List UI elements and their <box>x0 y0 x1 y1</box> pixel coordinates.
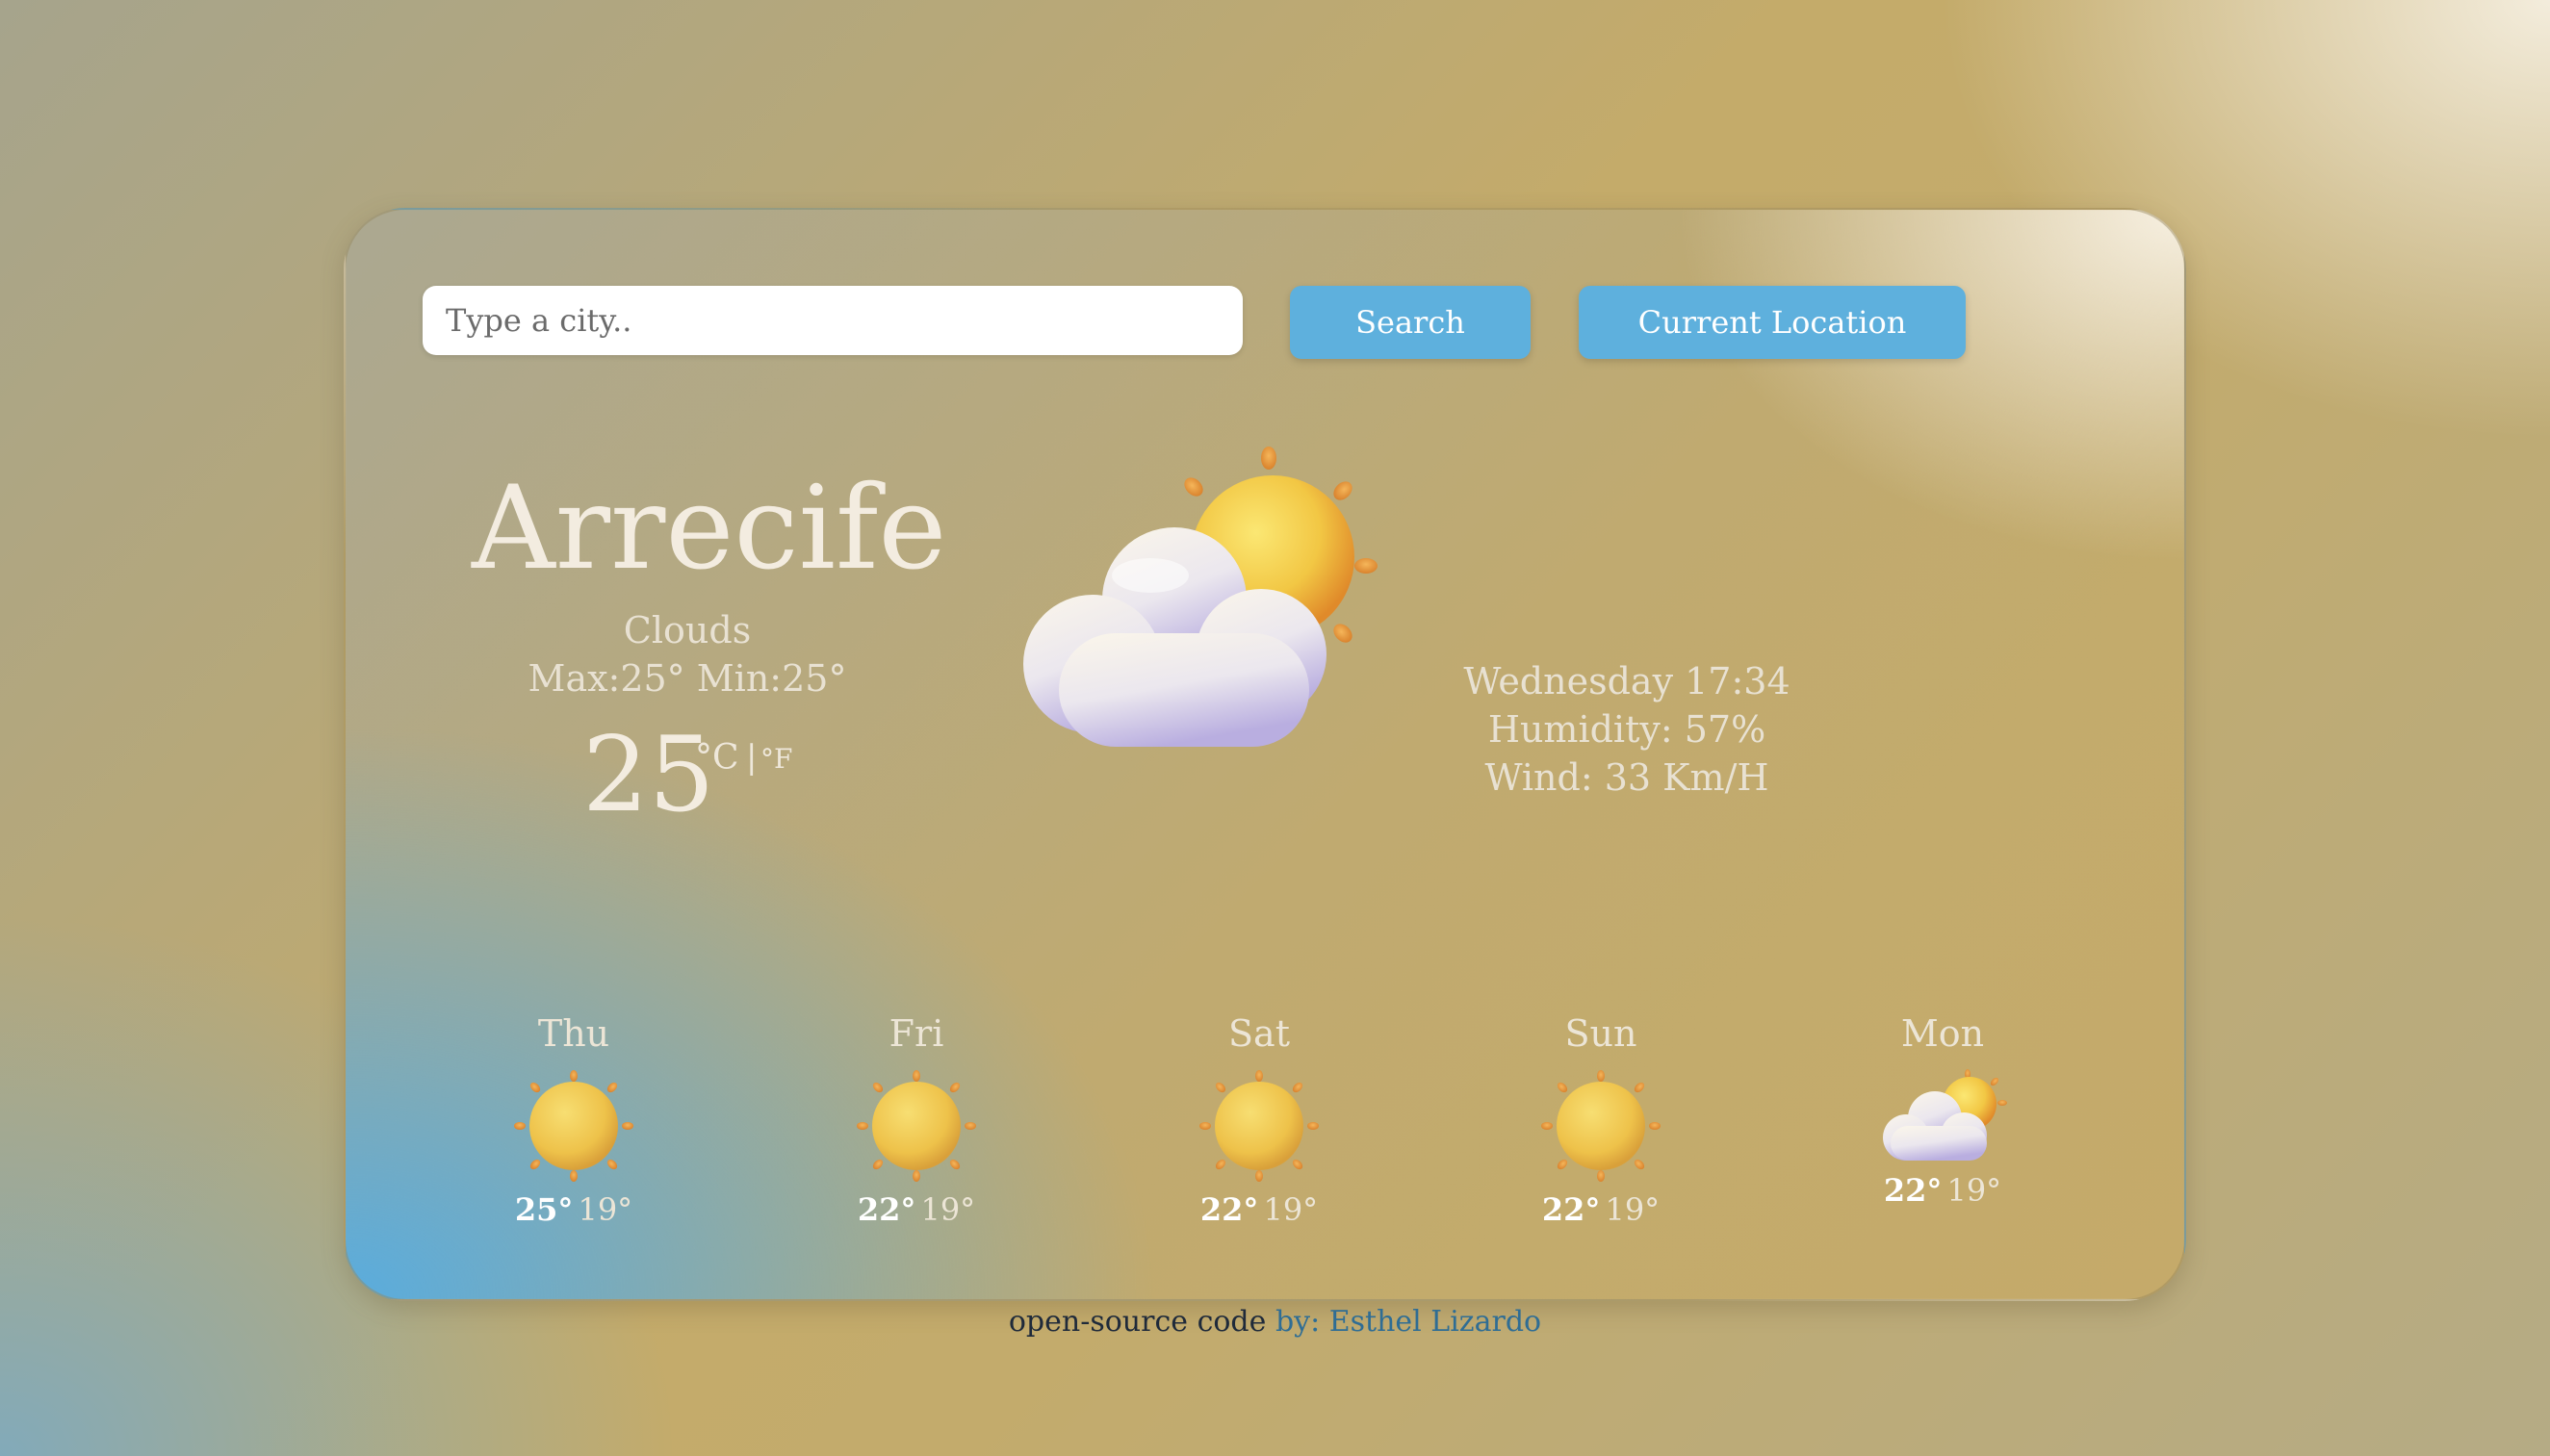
forecast-min-temp: 19° <box>920 1191 976 1228</box>
fahrenheit-toggle[interactable]: °F <box>760 743 792 775</box>
forecast-min-temp: 19° <box>1946 1172 2002 1209</box>
max-min-temperature: Max:25° Min:25° <box>528 657 847 700</box>
forecast-day-name: Thu <box>537 1012 610 1055</box>
author-link[interactable]: by: Esthel Lizardo <box>1275 1305 1541 1339</box>
forecast-max-temp: 25° <box>514 1191 574 1228</box>
sun-icon <box>1199 1070 1319 1182</box>
footer: open-source code by: Esthel Lizardo <box>0 1305 2550 1339</box>
city-name: Arrecife <box>472 462 947 596</box>
sun-icon <box>1541 1070 1661 1182</box>
forecast-day: Sun 22° 19° <box>1485 1012 1716 1228</box>
forecast-day-name: Sun <box>1564 1012 1637 1055</box>
forecast-min-temp: 19° <box>1263 1191 1319 1228</box>
forecast-day: Mon 22° 19° <box>1827 1012 2058 1209</box>
forecast-min-temp: 19° <box>578 1191 633 1228</box>
city-search-input[interactable] <box>423 286 1243 355</box>
forecast-day: Fri 22° 19° <box>801 1012 1032 1228</box>
search-button[interactable]: Search <box>1290 286 1531 359</box>
forecast-day: Sat 22° 19° <box>1144 1012 1375 1228</box>
forecast-day-name: Fri <box>889 1012 944 1055</box>
forecast-max-temp: 22° <box>1541 1191 1601 1228</box>
current-location-button[interactable]: Current Location <box>1579 286 1966 359</box>
humidity: Humidity: 57% <box>1487 708 1766 751</box>
footer-text: open-source code <box>1008 1305 1267 1339</box>
sun-icon <box>857 1070 976 1182</box>
celsius-toggle[interactable]: °C <box>695 738 739 778</box>
forecast-max-temp: 22° <box>1883 1172 1943 1209</box>
date-time: Wednesday 17:34 <box>1463 660 1790 702</box>
forecast-max-temp: 22° <box>857 1191 916 1228</box>
wind-speed: Wind: 33 Km/H <box>1484 756 1769 799</box>
forecast-day-name: Sat <box>1228 1012 1290 1055</box>
sun-icon <box>514 1070 633 1182</box>
forecast-day: Thu 25° 19° <box>458 1012 689 1228</box>
forecast-day-name: Mon <box>1900 1012 1985 1055</box>
forecast-max-temp: 22° <box>1199 1191 1259 1228</box>
unit-separator: | <box>746 738 758 777</box>
sun-behind-cloud-icon <box>1883 1069 2007 1161</box>
weather-description: Clouds <box>623 609 752 651</box>
forecast-min-temp: 19° <box>1605 1191 1661 1228</box>
sun-behind-cloud-icon <box>1023 447 1378 747</box>
